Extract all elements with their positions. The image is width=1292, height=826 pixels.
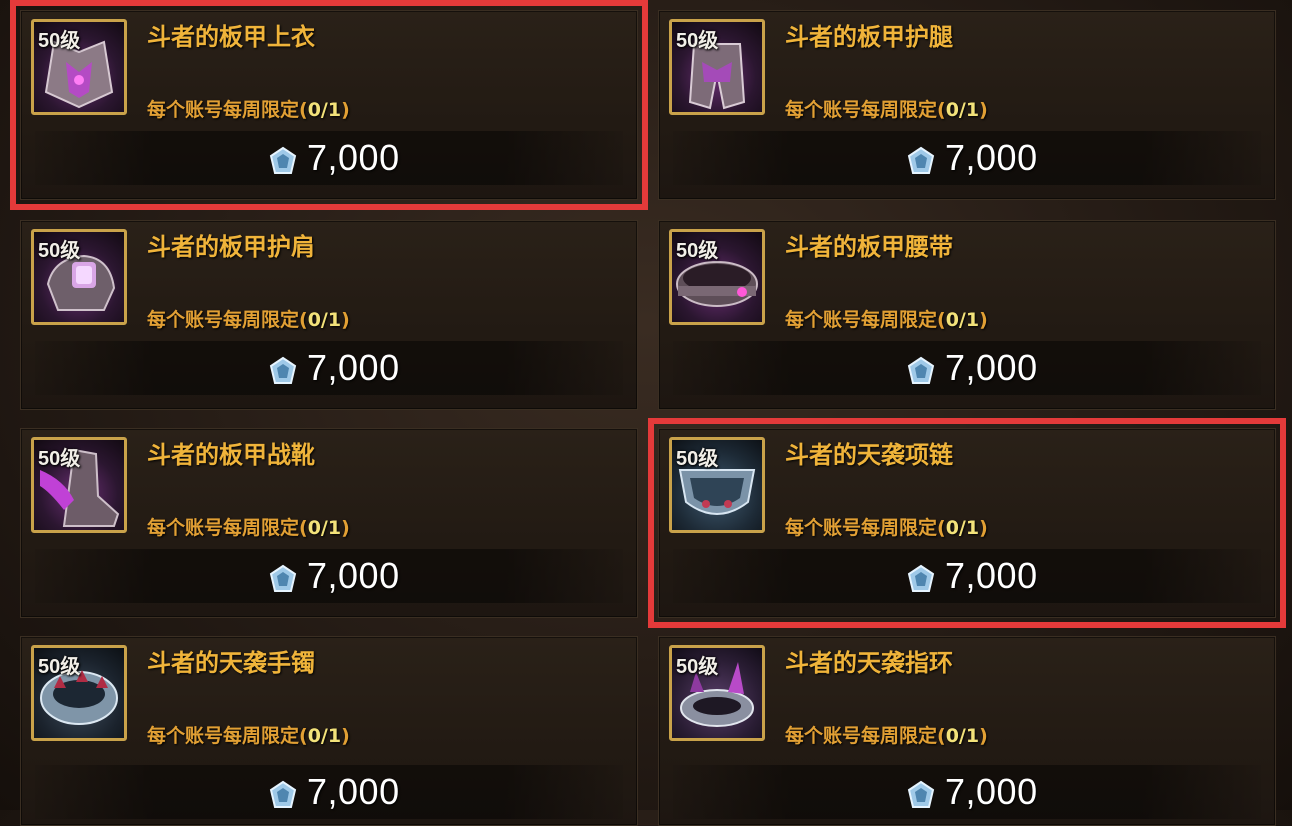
plate-legs-icon: 50级 (669, 19, 765, 115)
shop-item-card[interactable]: 50级 斗者的天袭手镯 每个账号每周限定(0/1) 7,000 (20, 636, 638, 826)
purchase-limit: 每个账号每周限定(0/1) (785, 517, 988, 539)
shop-item-card[interactable]: 50级 斗者的天袭项链 每个账号每周限定(0/1) 7,000 (648, 418, 1286, 628)
crystal-currency-icon (269, 780, 297, 808)
level-label: 50级 (676, 240, 719, 262)
price-bar: 7,000 (673, 765, 1261, 819)
item-name: 斗者的天袭手镯 (147, 649, 315, 677)
purchase-limit: 每个账号每周限定(0/1) (785, 99, 988, 121)
limit-count: 0/1 (945, 725, 980, 747)
limit-count: 0/1 (945, 99, 980, 121)
ring-icon: 50级 (669, 645, 765, 741)
crystal-currency-icon (269, 564, 297, 592)
limit-count: 0/1 (945, 309, 980, 331)
item-name: 斗者的板甲护肩 (147, 233, 315, 261)
shop-item-grid: 50级 斗者的板甲上衣 每个账号每周限定(0/1) 7,000 50级 斗者的板… (0, 0, 1292, 826)
purchase-limit: 每个账号每周限定(0/1) (147, 99, 350, 121)
purchase-limit: 每个账号每周限定(0/1) (785, 725, 988, 747)
plate-shoulder-icon: 50级 (31, 229, 127, 325)
crystal-currency-icon (907, 146, 935, 174)
level-label: 50级 (38, 30, 81, 52)
crystal-currency-icon (907, 564, 935, 592)
item-name: 斗者的板甲护腿 (785, 23, 953, 51)
shop-item-card[interactable]: 50级 斗者的板甲战靴 每个账号每周限定(0/1) 7,000 (20, 428, 638, 618)
limit-count: 0/1 (307, 309, 342, 331)
shop-item-card[interactable]: 50级 斗者的板甲护肩 每个账号每周限定(0/1) 7,000 (20, 220, 638, 410)
crystal-currency-icon (907, 780, 935, 808)
limit-count: 0/1 (307, 99, 342, 121)
item-price: 7,000 (945, 771, 1038, 812)
level-label: 50级 (38, 448, 81, 470)
item-price: 7,000 (307, 137, 400, 178)
item-name: 斗者的板甲战靴 (147, 441, 315, 469)
purchase-limit: 每个账号每周限定(0/1) (785, 309, 988, 331)
item-name: 斗者的天袭项链 (785, 441, 953, 469)
item-name: 斗者的板甲腰带 (785, 233, 953, 261)
purchase-limit: 每个账号每周限定(0/1) (147, 517, 350, 539)
plate-boots-icon: 50级 (31, 437, 127, 533)
crystal-currency-icon (269, 146, 297, 174)
price-bar: 7,000 (35, 341, 623, 395)
item-name: 斗者的天袭指环 (785, 649, 953, 677)
bracelet-icon: 50级 (31, 645, 127, 741)
shop-item-card[interactable]: 50级 斗者的板甲腰带 每个账号每周限定(0/1) 7,000 (658, 220, 1276, 410)
item-price: 7,000 (307, 555, 400, 596)
limit-count: 0/1 (307, 517, 342, 539)
item-price: 7,000 (945, 137, 1038, 178)
necklace-icon: 50级 (669, 437, 765, 533)
limit-count: 0/1 (307, 725, 342, 747)
purchase-limit: 每个账号每周限定(0/1) (147, 309, 350, 331)
shop-item-card[interactable]: 50级 斗者的天袭指环 每个账号每周限定(0/1) 7,000 (658, 636, 1276, 826)
price-bar: 7,000 (673, 341, 1261, 395)
shop-item-card[interactable]: 50级 斗者的板甲上衣 每个账号每周限定(0/1) 7,000 (10, 0, 648, 210)
limit-count: 0/1 (945, 517, 980, 539)
crystal-currency-icon (907, 356, 935, 384)
level-label: 50级 (676, 448, 719, 470)
level-label: 50级 (38, 240, 81, 262)
level-label: 50级 (38, 656, 81, 678)
crystal-currency-icon (269, 356, 297, 384)
price-bar: 7,000 (35, 131, 623, 185)
shop-item-card[interactable]: 50级 斗者的板甲护腿 每个账号每周限定(0/1) 7,000 (658, 10, 1276, 200)
price-bar: 7,000 (35, 549, 623, 603)
level-label: 50级 (676, 30, 719, 52)
item-price: 7,000 (307, 771, 400, 812)
item-name: 斗者的板甲上衣 (147, 23, 315, 51)
price-bar: 7,000 (35, 765, 623, 819)
price-bar: 7,000 (673, 131, 1261, 185)
plate-belt-icon: 50级 (669, 229, 765, 325)
price-bar: 7,000 (673, 549, 1261, 603)
level-label: 50级 (676, 656, 719, 678)
item-price: 7,000 (307, 347, 400, 388)
plate-chest-icon: 50级 (31, 19, 127, 115)
item-price: 7,000 (945, 555, 1038, 596)
item-price: 7,000 (945, 347, 1038, 388)
purchase-limit: 每个账号每周限定(0/1) (147, 725, 350, 747)
